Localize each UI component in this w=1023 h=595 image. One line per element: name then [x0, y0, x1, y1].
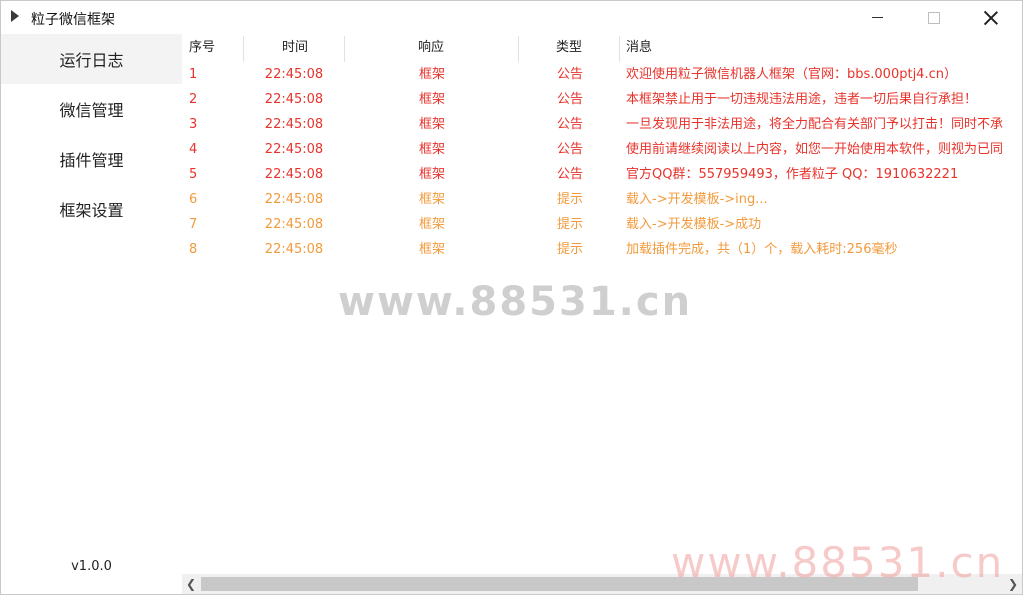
table-row[interactable]: 5 22:45:08 框架 公告 官方QQ群：557959493，作者粒子 QQ… [182, 162, 1022, 187]
sidebar-item-framework-settings[interactable]: 框架设置 [1, 184, 182, 234]
column-header-message[interactable]: 消息 [626, 34, 652, 62]
cell-response: 框架 [418, 242, 445, 257]
column-divider[interactable] [619, 36, 620, 62]
cell-no: 3 [189, 117, 198, 132]
cell-response: 框架 [418, 192, 445, 207]
app-window: 粒子微信框架 运行日志 微信管理 插件管理 框架设置 v1.0.0 序号 时间 … [0, 0, 1023, 595]
close-button[interactable] [968, 1, 1014, 34]
app-play-icon [11, 10, 19, 22]
cell-type: 公告 [556, 142, 583, 157]
table-row[interactable]: 7 22:45:08 框架 提示 载入->开发模板->成功 [182, 212, 1022, 237]
cell-message: 使用前请继续阅读以上内容，如您一开始使用本软件，则视为已同 [626, 142, 1004, 157]
sidebar: 运行日志 微信管理 插件管理 框架设置 v1.0.0 [1, 34, 182, 594]
cell-type: 提示 [556, 242, 583, 257]
cell-no: 5 [189, 167, 198, 182]
column-header-response[interactable]: 响应 [345, 34, 517, 62]
cell-message: 一旦发现用于非法用途，将全力配合有关部门予以打击！同时不承 [626, 117, 1004, 132]
cell-type: 提示 [556, 192, 583, 207]
cell-time: 22:45:08 [264, 67, 324, 82]
cell-no: 4 [189, 142, 198, 157]
table-row[interactable]: 3 22:45:08 框架 公告 一旦发现用于非法用途，将全力配合有关部门予以打… [182, 112, 1022, 137]
minimize-button[interactable] [854, 1, 900, 34]
cell-no: 8 [189, 242, 198, 257]
table-row[interactable]: 6 22:45:08 框架 提示 载入->开发模板->ing... [182, 187, 1022, 212]
cell-response: 框架 [418, 67, 445, 82]
column-header-time[interactable]: 时间 [244, 34, 346, 62]
cell-time: 22:45:08 [264, 217, 324, 232]
minimize-icon [871, 17, 883, 18]
cell-response: 框架 [418, 217, 445, 232]
column-header-no[interactable]: 序号 [189, 34, 215, 62]
cell-time: 22:45:08 [264, 92, 324, 107]
scroll-right-arrow-icon[interactable]: ❯ [1004, 574, 1022, 594]
watermark-corner: www.88531.cn [671, 538, 1005, 587]
cell-no: 7 [189, 217, 198, 232]
scroll-left-arrow-icon[interactable]: ❮ [182, 574, 200, 594]
table-row[interactable]: 1 22:45:08 框架 公告 欢迎使用粒子微信机器人框架（官网：bbs.00… [182, 62, 1022, 87]
cell-response: 框架 [418, 117, 445, 132]
cell-type: 公告 [556, 67, 583, 82]
cell-message: 载入->开发模板->ing... [626, 192, 768, 207]
cell-type: 提示 [556, 217, 583, 232]
cell-response: 框架 [418, 142, 445, 157]
cell-message: 本框架禁止用于一切违规违法用途，违者一切后果自行承担！ [626, 92, 978, 107]
cell-time: 22:45:08 [264, 142, 324, 157]
cell-type: 公告 [556, 92, 583, 107]
cell-message: 官方QQ群：557959493，作者粒子 QQ：1910632221 [626, 167, 959, 182]
cell-time: 22:45:08 [264, 192, 324, 207]
cell-time: 22:45:08 [264, 117, 324, 132]
column-header-type[interactable]: 类型 [519, 34, 619, 62]
cell-message: 欢迎使用粒子微信机器人框架（官网：bbs.000ptj4.cn） [626, 67, 957, 82]
watermark-center: www.88531.cn [338, 279, 693, 325]
sidebar-item-run-log[interactable]: 运行日志 [1, 34, 182, 84]
window-title: 粒子微信框架 [31, 12, 115, 28]
close-icon [984, 11, 998, 25]
table-row[interactable]: 2 22:45:08 框架 公告 本框架禁止用于一切违规违法用途，违者一切后果自… [182, 87, 1022, 112]
sidebar-item-wechat-management[interactable]: 微信管理 [1, 84, 182, 134]
table-row[interactable]: 8 22:45:08 框架 提示 加载插件完成，共（1）个，载入耗时:256毫秒 [182, 237, 1022, 262]
cell-type: 公告 [556, 117, 583, 132]
cell-time: 22:45:08 [264, 242, 324, 257]
table-header: 序号 时间 响应 类型 消息 [182, 34, 1022, 62]
cell-message: 加载插件完成，共（1）个，载入耗时:256毫秒 [626, 242, 898, 257]
title-bar: 粒子微信框架 [1, 1, 1022, 34]
sidebar-item-plugin-management[interactable]: 插件管理 [1, 134, 182, 184]
cell-response: 框架 [418, 167, 445, 182]
cell-no: 1 [189, 67, 198, 82]
table-row[interactable]: 4 22:45:08 框架 公告 使用前请继续阅读以上内容，如您一开始使用本软件… [182, 137, 1022, 162]
maximize-icon [928, 11, 940, 24]
cell-no: 2 [189, 92, 198, 107]
cell-message: 载入->开发模板->成功 [626, 217, 762, 232]
version-label: v1.0.0 [71, 559, 112, 574]
cell-time: 22:45:08 [264, 167, 324, 182]
cell-response: 框架 [418, 92, 445, 107]
cell-type: 公告 [556, 167, 583, 182]
cell-no: 6 [189, 192, 198, 207]
maximize-button[interactable] [911, 1, 957, 34]
